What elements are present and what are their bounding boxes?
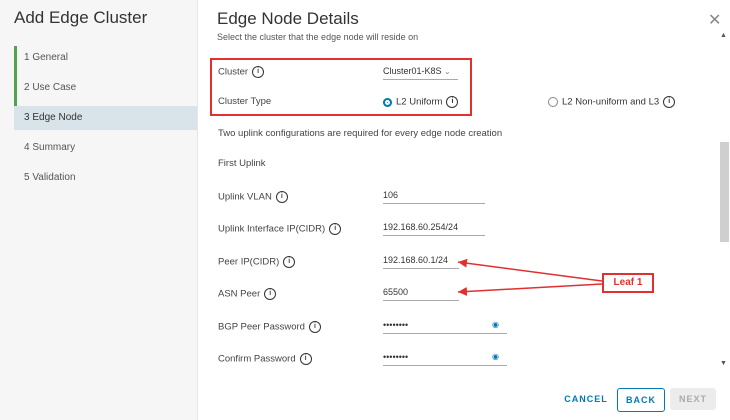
first-uplink-heading: First Uplink bbox=[218, 158, 266, 169]
eye-icon[interactable]: ◉ bbox=[492, 320, 499, 329]
step-edge-node[interactable]: 3 Edge Node bbox=[14, 106, 197, 130]
uplink-vlan-label: Uplink VLAN i bbox=[218, 191, 288, 203]
info-icon[interactable]: i bbox=[329, 223, 342, 235]
eye-icon[interactable]: ◉ bbox=[492, 352, 499, 361]
scrollbar[interactable]: ▲ ▼ bbox=[718, 30, 730, 370]
cluster-type-label: Cluster Type bbox=[218, 96, 272, 107]
peer-ip-label: Peer IP(CIDR) i bbox=[218, 256, 296, 268]
cluster-label: Cluster i bbox=[218, 66, 265, 78]
scroll-down-icon[interactable]: ▼ bbox=[720, 360, 727, 367]
panel-title: Edge Node Details bbox=[217, 9, 359, 28]
radio-off-icon bbox=[548, 97, 558, 107]
uplink-note: Two uplink configurations are required f… bbox=[218, 128, 503, 139]
info-icon[interactable]: i bbox=[299, 353, 312, 365]
panel-subtitle: Select the cluster that the edge node wi… bbox=[217, 32, 419, 42]
leaf-callout: Leaf 1 bbox=[602, 273, 654, 293]
info-icon[interactable]: i bbox=[308, 321, 321, 333]
wizard-sidebar: Add Edge Cluster 1 General 2 Use Case 3 … bbox=[0, 0, 198, 420]
uplink-vlan-input[interactable]: 106 bbox=[383, 190, 485, 204]
radio-l2-nonuniform[interactable]: L2 Non-uniform and L3 i bbox=[548, 96, 676, 108]
wizard-title: Add Edge Cluster bbox=[14, 8, 148, 27]
wizard-steps: 1 General 2 Use Case 3 Edge Node 4 Summa… bbox=[14, 46, 197, 196]
info-icon[interactable]: i bbox=[446, 96, 459, 108]
step-general[interactable]: 1 General bbox=[14, 46, 197, 76]
radio-l2-uniform[interactable]: L2 Uniform i bbox=[383, 96, 459, 108]
scroll-up-icon[interactable]: ▲ bbox=[720, 32, 727, 39]
step-use-case[interactable]: 2 Use Case bbox=[14, 76, 197, 106]
bgp-password-input[interactable]: •••••••• bbox=[383, 320, 507, 334]
asn-peer-label: ASN Peer i bbox=[218, 288, 277, 300]
step-summary[interactable]: 4 Summary bbox=[14, 136, 197, 166]
close-icon[interactable]: ✕ bbox=[708, 10, 721, 30]
info-icon[interactable]: i bbox=[275, 191, 288, 203]
radio-on-icon bbox=[383, 97, 392, 107]
cluster-select-value: Cluster01-K8S bbox=[383, 66, 442, 76]
chevron-down-icon: ⌄ bbox=[444, 67, 451, 76]
peer-ip-input[interactable]: 192.168.60.1/24 bbox=[383, 255, 459, 269]
arrow-to-peer-ip bbox=[457, 258, 603, 282]
bgp-password-label: BGP Peer Password i bbox=[218, 321, 321, 333]
info-icon[interactable]: i bbox=[283, 256, 296, 268]
confirm-password-label: Confirm Password i bbox=[218, 353, 312, 365]
confirm-password-input[interactable]: •••••••• bbox=[383, 352, 507, 366]
cluster-select[interactable]: Cluster01-K8S ⌄ bbox=[383, 66, 458, 80]
arrow-to-asn-peer bbox=[457, 283, 603, 296]
back-button[interactable]: BACK bbox=[617, 388, 665, 412]
uplink-ip-input[interactable]: 192.168.60.254/24 bbox=[383, 222, 485, 236]
info-icon[interactable]: i bbox=[252, 66, 265, 78]
asn-peer-input[interactable]: 65500 bbox=[383, 287, 459, 301]
scrollbar-thumb[interactable] bbox=[720, 142, 729, 242]
next-button[interactable]: NEXT bbox=[670, 388, 716, 410]
uplink-ip-label: Uplink Interface IP(CIDR) i bbox=[218, 223, 342, 235]
cancel-button[interactable]: CANCEL bbox=[560, 388, 612, 410]
info-icon[interactable]: i bbox=[264, 288, 277, 300]
step-validation[interactable]: 5 Validation bbox=[14, 166, 197, 196]
info-icon[interactable]: i bbox=[663, 96, 676, 108]
